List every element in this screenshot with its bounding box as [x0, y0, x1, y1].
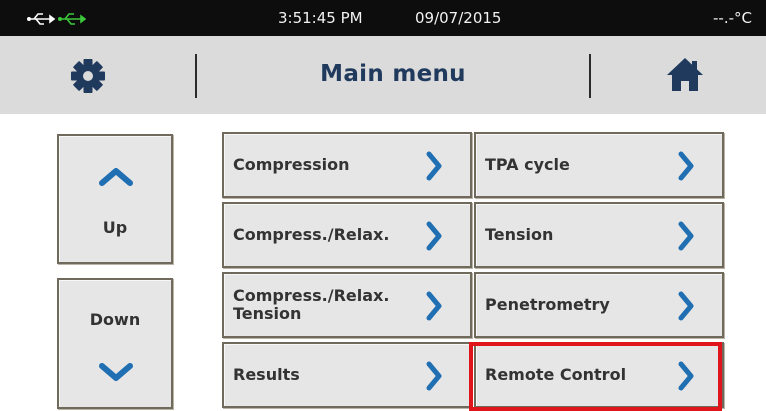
label-line: Compression — [233, 155, 350, 174]
home-button[interactable] — [664, 54, 706, 96]
header-divider-right — [589, 54, 591, 98]
clock-date: 09/07/2015 — [415, 9, 502, 27]
label-line: Remote Control — [485, 365, 627, 384]
settings-button[interactable] — [68, 56, 108, 96]
menu-button-compression[interactable]: Compression — [222, 132, 472, 198]
usb-connection-icon — [27, 13, 56, 25]
up-button[interactable]: Up — [57, 134, 173, 264]
label-line: Penetrometry — [485, 295, 610, 314]
up-label: Up — [102, 218, 128, 237]
menu-button-compress-relax-tension[interactable]: Compress./Relax. Tension — [222, 272, 472, 338]
header-divider-left — [195, 54, 197, 98]
menu-button-tpa-cycle[interactable]: TPA cycle — [474, 132, 724, 198]
menu-button-results[interactable]: Results — [222, 342, 472, 408]
menu-button-compress-relax[interactable]: Compress./Relax. — [222, 202, 472, 268]
chevron-right-icon — [426, 151, 442, 181]
menu-button-label: Results — [233, 366, 300, 384]
menu-button-label: Compression — [233, 156, 350, 174]
gear-icon — [71, 59, 105, 93]
menu-button-label: Penetrometry — [485, 296, 610, 314]
home-icon — [667, 58, 703, 91]
label-line: Tension — [485, 225, 554, 244]
chevron-right-icon — [678, 151, 694, 181]
menu-button-tension[interactable]: Tension — [474, 202, 724, 268]
usb-active-icon — [58, 13, 86, 25]
screen: 3:51:45 PM 09/07/2015 --.-°C Main menu U… — [0, 0, 766, 411]
menu-button-label: Compress./Relax. Tension — [233, 287, 389, 323]
label-line: Results — [233, 365, 300, 384]
down-label: Down — [89, 310, 141, 329]
menu-button-label: TPA cycle — [485, 156, 570, 174]
menu-button-label: Compress./Relax. — [233, 226, 389, 244]
chevron-right-icon — [426, 221, 442, 251]
label-line: Compress./Relax. — [233, 286, 390, 305]
chevron-right-icon — [678, 221, 694, 251]
menu-button-remote-control[interactable]: Remote Control — [474, 342, 724, 408]
down-button[interactable]: Down — [57, 278, 173, 409]
menu-button-label: Tension — [485, 226, 553, 244]
usb-icons — [27, 13, 86, 25]
clock-time: 3:51:45 PM — [278, 9, 363, 27]
chevron-right-icon — [426, 291, 442, 321]
page-title: Main menu — [320, 61, 466, 87]
label-line: TPA cycle — [485, 155, 570, 174]
header-bar: Main menu — [0, 36, 766, 114]
label-line: Compress./Relax. — [233, 225, 390, 244]
chevron-up-icon — [99, 168, 133, 186]
label-line: Tension — [233, 304, 302, 323]
chevron-right-icon — [426, 361, 442, 391]
menu-button-penetrometry[interactable]: Penetrometry — [474, 272, 724, 338]
status-bar: 3:51:45 PM 09/07/2015 --.-°C — [0, 0, 766, 36]
chevron-right-icon — [678, 291, 694, 321]
chevron-down-icon — [99, 363, 133, 381]
menu-button-label: Remote Control — [485, 366, 626, 384]
temperature-readout: --.-°C — [713, 9, 752, 27]
chevron-right-icon — [678, 361, 694, 391]
